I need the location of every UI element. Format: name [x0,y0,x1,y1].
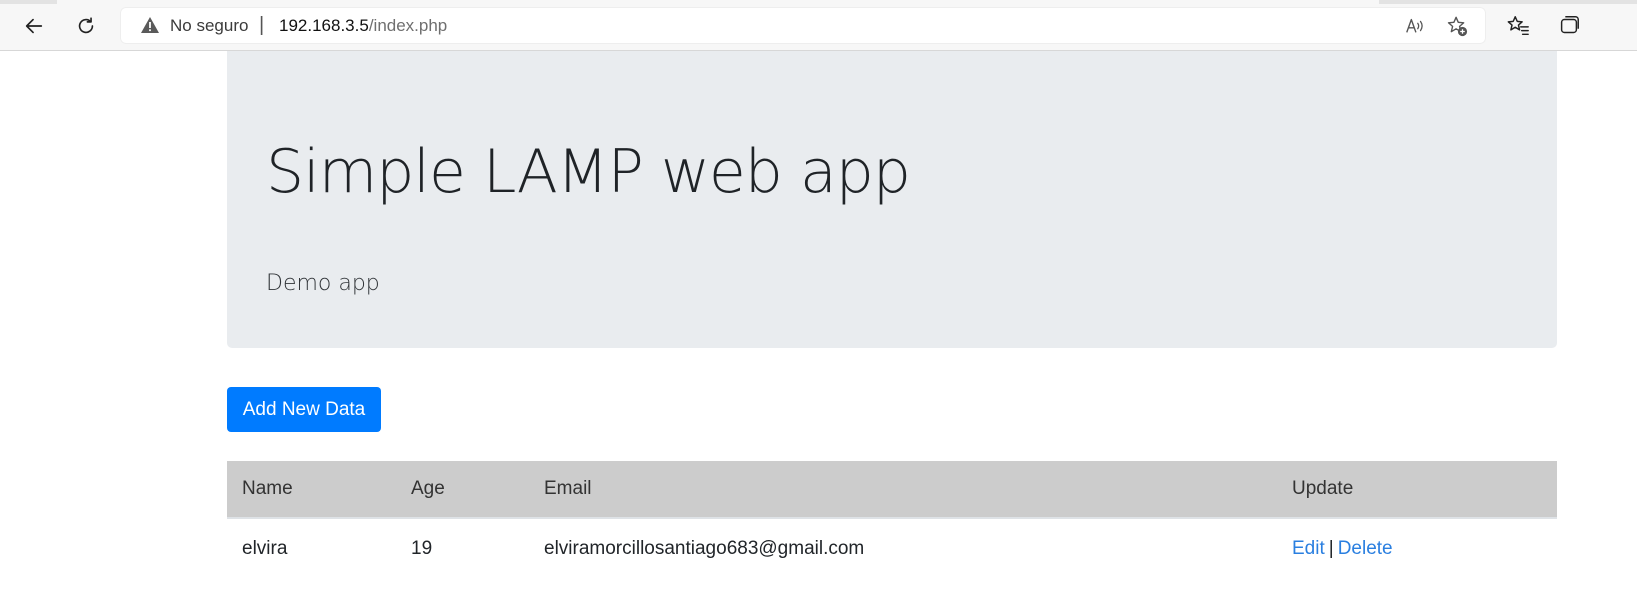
jumbotron: Simple LAMP web app Demo app [227,51,1557,348]
reload-icon [78,17,94,34]
cell-update: Edit | Delete [1277,518,1557,578]
address-bar[interactable]: No seguro | 192.168.3.5/index.php [120,7,1486,44]
reload-button[interactable] [69,9,103,43]
cell-age: 19 [411,537,433,559]
page-title: Simple LAMP web app [266,137,911,207]
column-header-age: Age [396,461,529,519]
url-host: 192.168.3.5 [279,16,369,35]
edit-link[interactable]: Edit [1292,538,1325,559]
active-tab-edge [57,0,1379,4]
warning-triangle-icon[interactable] [140,16,160,34]
cell-email: elviramorcillosantiago683@gmail.com [544,537,865,559]
favorites-icon [1507,16,1529,36]
add-favorite-button[interactable] [1445,14,1469,38]
browser-toolbar: No seguro | 192.168.3.5/index.php [0,0,1637,51]
favorites-button[interactable] [1505,13,1531,39]
url-text[interactable]: 192.168.3.5/index.php [279,16,447,35]
page-subtitle: Demo app [266,271,380,296]
read-aloud-icon [1406,18,1423,33]
add-favorite-star-icon [1447,16,1468,37]
action-separator: | [1328,537,1334,559]
security-status-label[interactable]: No seguro [170,16,248,35]
data-table: Name Age Email Update elvira 19 elviramo… [227,461,1557,578]
back-arrow-icon [25,18,43,34]
collections-button[interactable] [1556,13,1582,39]
add-new-data-button[interactable]: Add New Data [227,387,381,432]
cell-name: elvira [242,537,288,559]
column-header-update: Update [1277,461,1557,519]
column-header-name: Name [227,461,396,519]
collections-icon [1560,16,1579,34]
table-header-row: Name Age Email Update [227,461,1557,519]
column-header-email: Email [529,461,1277,519]
url-path: /index.php [368,16,448,35]
read-aloud-button[interactable] [1403,14,1427,38]
delete-link[interactable]: Delete [1338,538,1393,559]
back-button[interactable] [17,9,51,43]
address-separator: | [259,14,265,36]
table-row: elvira 19 elviramorcillosantiago683@gmai… [227,518,1557,578]
